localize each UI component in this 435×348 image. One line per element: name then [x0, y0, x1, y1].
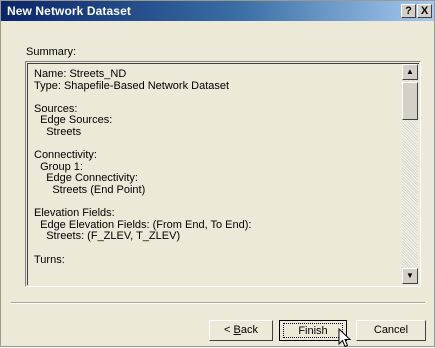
back-button[interactable]: < Back: [209, 320, 273, 341]
summary-line: Turns:: [34, 253, 65, 266]
back-button-accelerator: B: [233, 324, 241, 336]
vertical-scrollbar[interactable]: ▲ ▼: [402, 64, 418, 284]
back-button-rest: ack: [240, 324, 258, 336]
summary-line: Streets: [34, 125, 82, 138]
summary-label: Summary:: [26, 46, 77, 58]
finish-button[interactable]: Finish: [279, 320, 347, 341]
summary-line: [34, 243, 404, 255]
summary-line: Connectivity:: [34, 149, 97, 162]
summary-line: Name: Streets_ND: [34, 68, 127, 80]
close-button[interactable]: X: [417, 4, 432, 18]
summary-textbox-inner: Name: Streets_ND Type: Shapefile-Based Ne…: [27, 63, 419, 285]
scroll-up-icon[interactable]: ▲: [402, 64, 418, 80]
summary-content: Name: Streets_ND Type: Shapefile-Based Ne…: [34, 68, 404, 266]
summary-line: Type: Shapefile-Based Network Dataset: [34, 79, 230, 92]
help-button[interactable]: ?: [401, 4, 416, 18]
window-title: New Network Dataset: [7, 4, 131, 18]
summary-line: [34, 92, 404, 104]
summary-line: Streets: (F_ZLEV, T_ZLEV): [34, 230, 181, 243]
new-network-dataset-dialog: New Network Dataset ? X Summary: Name: S…: [0, 0, 435, 348]
summary-line: Streets (End Point): [34, 183, 146, 196]
back-button-prefix: <: [224, 324, 234, 336]
summary-line: Elevation Fields:: [34, 207, 115, 220]
summary-textbox[interactable]: Name: Streets_ND Type: Shapefile-Based Ne…: [25, 61, 421, 287]
summary-line: Edge Sources:: [34, 114, 113, 127]
button-separator: [11, 302, 425, 304]
scroll-down-icon[interactable]: ▼: [402, 268, 418, 284]
finish-button-label: Finish: [283, 323, 343, 338]
title-bar[interactable]: New Network Dataset ? X: [1, 1, 434, 21]
scroll-thumb[interactable]: [402, 82, 418, 120]
mouse-pointer-icon: [338, 328, 352, 348]
cancel-button[interactable]: Cancel: [356, 320, 426, 341]
